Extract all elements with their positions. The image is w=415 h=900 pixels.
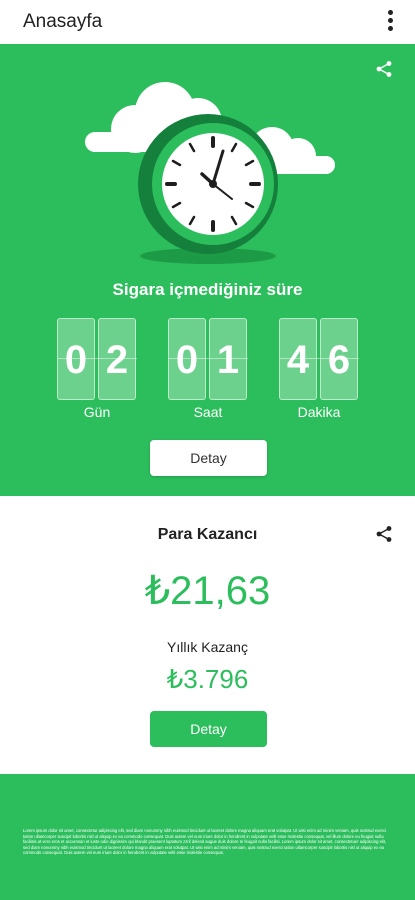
- minutes-digit-2: 6: [320, 318, 358, 400]
- minutes-digit-1: 4: [279, 318, 317, 400]
- share-icon[interactable]: [375, 525, 393, 543]
- days-digit-1: 0: [57, 318, 95, 400]
- footer-banner: Lorem ipsum dolor sit amet, consectetur …: [0, 774, 415, 900]
- days-label: Gün: [83, 404, 111, 420]
- hours-digit-1: 0: [168, 318, 206, 400]
- hours-digit-2: 1: [209, 318, 247, 400]
- hours-counter: 0 1: [168, 318, 248, 400]
- money-saved-amount: ₺21,63: [144, 569, 271, 613]
- money-saved-title: Para Kazancı: [157, 526, 258, 543]
- smoke-free-time-title: Sigara içmediğiniz süre: [112, 280, 303, 299]
- yearly-savings-amount: ₺3.796: [166, 664, 249, 694]
- smoke-free-time-section: Sigara içmediğiniz süre 0 2 Gün 0 1 Saat…: [0, 44, 415, 496]
- hours-label: Saat: [193, 404, 223, 420]
- days-digit-2: 2: [98, 318, 136, 400]
- minutes-counter: 4 6: [279, 318, 359, 400]
- more-vert-icon[interactable]: [383, 10, 397, 36]
- clock-illustration: [85, 82, 335, 264]
- footer-fine-print: Lorem ipsum dolor sit amet, consectetur …: [23, 828, 387, 856]
- time-detail-button[interactable]: Detay: [150, 440, 267, 476]
- share-icon[interactable]: [375, 60, 393, 78]
- yearly-savings-label: Yıllık Kazanç: [167, 639, 248, 655]
- money-saved-section: Para Kazancı ₺21,63 Yıllık Kazanç ₺3.796…: [0, 496, 415, 774]
- days-counter: 0 2: [57, 318, 137, 400]
- app-bar: Anasayfa: [0, 0, 415, 44]
- minutes-label: Dakika: [297, 404, 341, 420]
- money-detail-button[interactable]: Detay: [150, 711, 267, 747]
- page-title: Anasayfa: [23, 11, 103, 32]
